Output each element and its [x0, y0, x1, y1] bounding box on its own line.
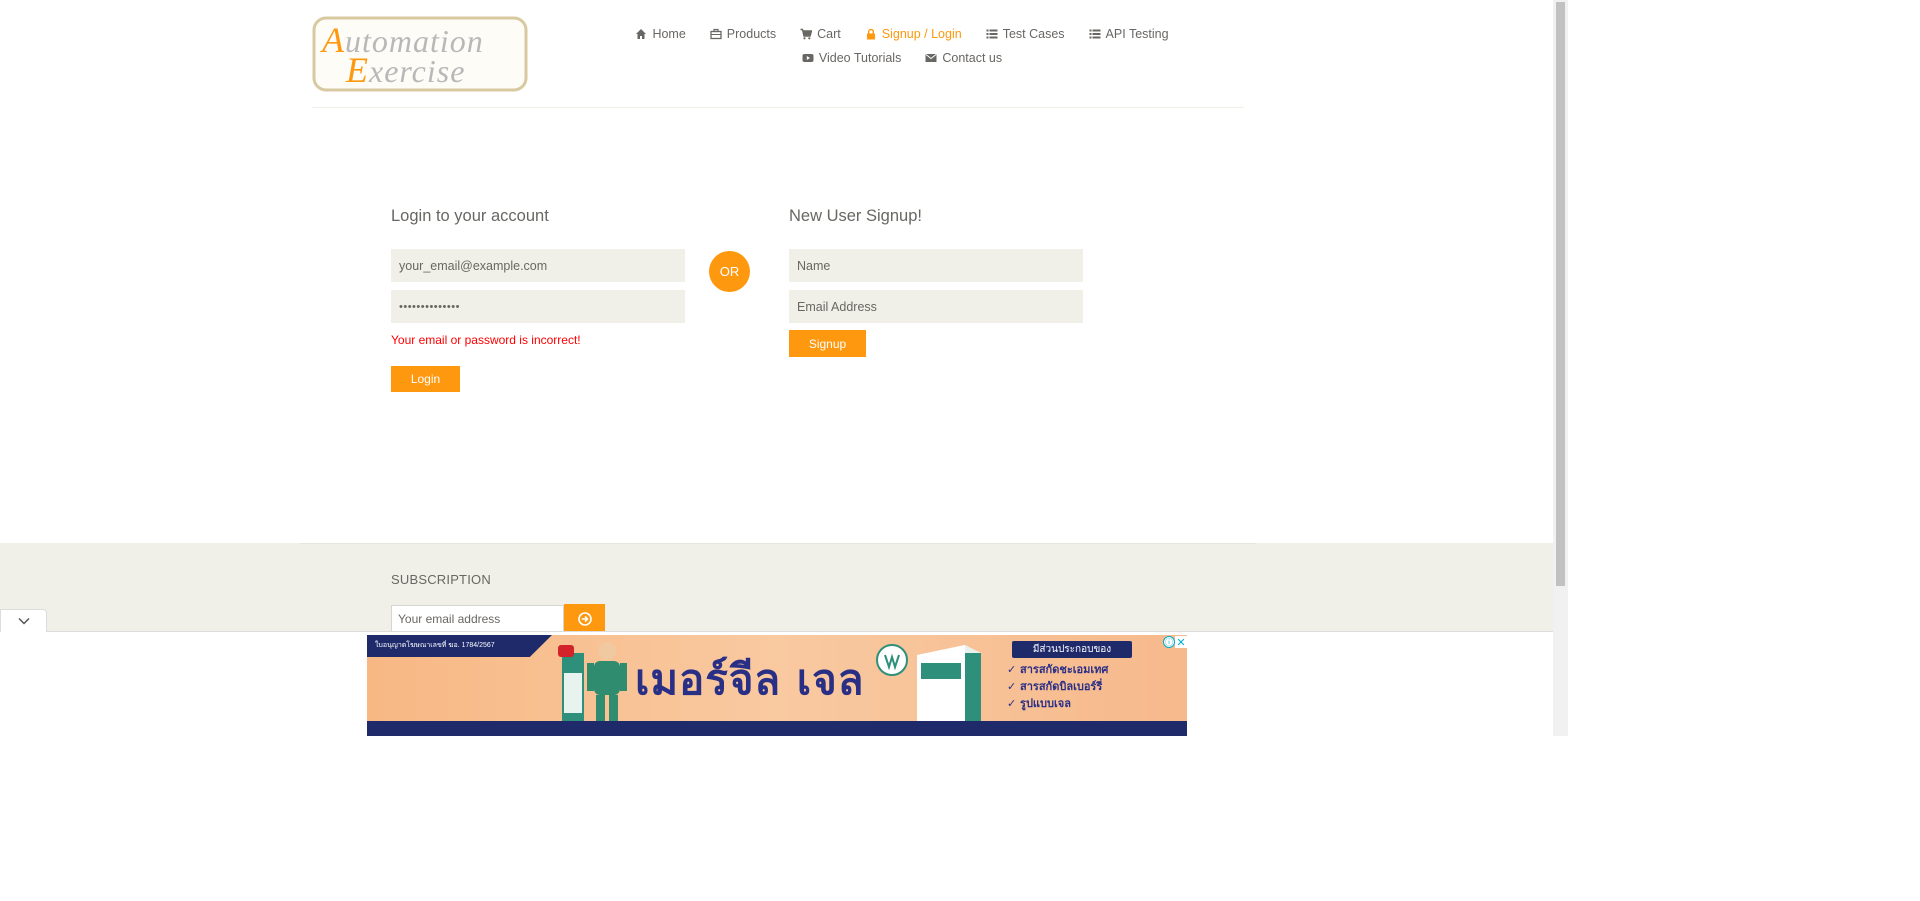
- list-icon: [986, 29, 998, 39]
- signup-button[interactable]: Signup: [789, 330, 866, 357]
- scrollbar-thumb[interactable]: [1556, 2, 1565, 586]
- login-email-input[interactable]: your_email@example.com: [391, 249, 685, 282]
- login-error-message: Your email or password is incorrect!: [391, 333, 581, 347]
- nav-item-label: Test Cases: [1002, 27, 1065, 41]
- nav-item-label: Video Tutorials: [818, 51, 902, 65]
- header: Automation Exercise Home Products Cart S…: [312, 0, 1244, 108]
- signup-email-input[interactable]: Email Address: [789, 290, 1083, 323]
- nav-item-signup-login[interactable]: Signup / Login: [865, 27, 962, 41]
- ad-bottom-strip: [367, 721, 1187, 736]
- login-title: Login to your account: [391, 207, 549, 225]
- nav-item-cart[interactable]: Cart: [800, 27, 841, 41]
- nav-item-test-cases[interactable]: Test Cases: [986, 27, 1065, 41]
- ad-bullet-list: ✓ สารสกัดชะเอมเทศ ✓ สารสกัดบิลเบอร์รี่ ✓…: [1007, 661, 1108, 712]
- ad-info-icon[interactable]: ⓘ: [1163, 636, 1175, 648]
- nav-item-api-testing[interactable]: API Testing: [1089, 27, 1169, 41]
- ad-headline: เมอร์จีล เจล: [635, 655, 865, 704]
- nav-item-label: Products: [726, 27, 777, 41]
- cart-icon: [800, 28, 813, 40]
- ad-license-text: ใบอนุญาตโฆษณาเลขที่ ฆอ. 1784/2567: [375, 642, 495, 649]
- page: Automation Exercise Home Products Cart S…: [0, 0, 1568, 736]
- subscribe-button[interactable]: [564, 604, 605, 633]
- ad-collapse-toggle[interactable]: [0, 609, 47, 632]
- nav-item-label: API Testing: [1105, 27, 1169, 41]
- logo-line2: Exercise: [345, 50, 465, 90]
- ad-brand-seal-image: [876, 644, 908, 676]
- youtube-play-icon: [802, 54, 814, 62]
- nav-item-label: Home: [652, 27, 686, 41]
- site-logo[interactable]: Automation Exercise: [312, 16, 528, 92]
- arrow-circle-right-icon: [577, 611, 592, 626]
- list-icon: [1089, 29, 1101, 39]
- nav-item-contact-us[interactable]: Contact us: [925, 51, 1002, 65]
- ad-bullet: ✓ รูปแบบเจล: [1007, 697, 1071, 710]
- signup-title: New User Signup!: [789, 207, 922, 225]
- signup-name-input[interactable]: Name: [789, 249, 1083, 282]
- chevron-down-icon: [17, 617, 30, 625]
- subscription-title: SUBSCRIPTION: [391, 572, 491, 587]
- login-button[interactable]: Login: [391, 366, 460, 392]
- nav-item-video-tutorials[interactable]: Video Tutorials: [802, 51, 901, 65]
- main-nav: Home Products Cart Signup / Login Test C…: [636, 22, 1169, 70]
- ad-close-icon[interactable]: ✕: [1175, 636, 1187, 649]
- nav-item-label: Cart: [817, 27, 841, 41]
- nav-item-products[interactable]: Products: [710, 27, 776, 41]
- subscription-email-input[interactable]: Your email address: [391, 605, 564, 633]
- or-badge: OR: [709, 251, 750, 292]
- home-icon: [636, 29, 647, 39]
- envelope-icon: [925, 54, 937, 62]
- footer-divider: [300, 543, 1256, 544]
- vertical-scrollbar[interactable]: [1553, 0, 1568, 736]
- nav-item-home[interactable]: Home: [635, 27, 686, 41]
- briefcase-icon: [710, 28, 722, 40]
- lock-icon: [866, 28, 875, 40]
- nav-item-label: Contact us: [942, 51, 1003, 65]
- ad-banner[interactable]: ใบอนุญาตโฆษณาเลขที่ ฆอ. 1784/2567 เมอร์จ…: [367, 635, 1187, 736]
- ad-bullet: ✓ สารสกัดบิลเบอร์รี่: [1007, 680, 1103, 693]
- nav-item-label: Signup / Login: [881, 27, 962, 41]
- ad-right-title: มีส่วนประกอบของ: [1012, 641, 1132, 658]
- ad-product-box-image: [917, 645, 981, 733]
- login-password-input[interactable]: ••••••••••••••: [391, 290, 685, 323]
- ad-bullet: ✓ สารสกัดชะเอมเทศ: [1007, 663, 1109, 676]
